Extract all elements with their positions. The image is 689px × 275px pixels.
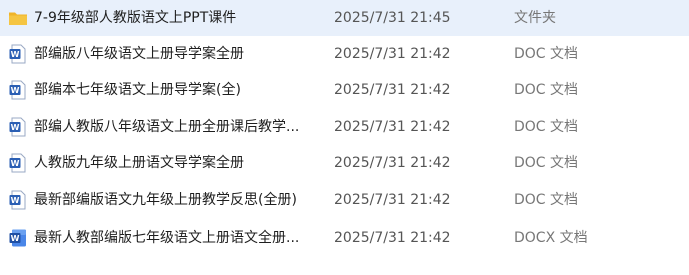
file-name: 部编本七年级语文上册导学案(全)	[34, 82, 241, 98]
svg-text:W: W	[11, 86, 20, 95]
file-modified-date: 2025/7/31 21:42	[334, 192, 451, 208]
svg-text:W: W	[11, 196, 20, 205]
file-type: DOC 文档	[514, 46, 579, 62]
svg-text:W: W	[11, 123, 20, 132]
file-modified-date: 2025/7/31 21:42	[334, 82, 451, 98]
svg-text:W: W	[11, 234, 20, 243]
file-modified-date: 2025/7/31 21:42	[334, 230, 451, 246]
file-type: DOC 文档	[514, 155, 579, 171]
file-type: 文件夹	[514, 10, 556, 26]
file-row-doc[interactable]: W 部编本七年级语文上册导学案(全) 2025/7/31 21:42 DOC 文…	[0, 72, 689, 108]
file-modified-date: 2025/7/31 21:45	[334, 10, 451, 26]
file-name: 部编版八年级语文上册导学案全册	[34, 46, 244, 62]
word-doc-icon: W	[8, 80, 28, 100]
file-row-doc[interactable]: W 部编版八年级语文上册导学案全册 2025/7/31 21:42 DOC 文档	[0, 36, 689, 72]
file-row-doc[interactable]: W 部编人教版八年级语文上册全册课后教学... 2025/7/31 21:42 …	[0, 109, 689, 145]
file-name: 部编人教版八年级语文上册全册课后教学...	[34, 119, 300, 135]
file-modified-date: 2025/7/31 21:42	[334, 46, 451, 62]
file-row-doc[interactable]: W 最新部编版语文九年级上册教学反思(全册) 2025/7/31 21:42 D…	[0, 182, 689, 218]
file-name: 7-9年级部人教版语文上PPT课件	[34, 10, 237, 26]
file-row-doc[interactable]: W 人教版九年级上册语文导学案全册 2025/7/31 21:42 DOC 文档	[0, 145, 689, 181]
word-doc-icon: W	[8, 117, 28, 137]
folder-icon	[8, 8, 28, 28]
file-list: 7-9年级部人教版语文上PPT课件 2025/7/31 21:45 文件夹 W …	[0, 0, 689, 275]
file-type: DOC 文档	[514, 82, 579, 98]
word-doc-icon: W	[8, 190, 28, 210]
file-row-docx[interactable]: W 最新人教部编版七年级语文上册语文全册... 2025/7/31 21:42 …	[0, 220, 689, 256]
svg-text:W: W	[11, 159, 20, 168]
file-name: 最新人教部编版七年级语文上册语文全册...	[34, 230, 300, 246]
file-name: 人教版九年级上册语文导学案全册	[34, 155, 244, 171]
file-modified-date: 2025/7/31 21:42	[334, 155, 451, 171]
file-type: DOC 文档	[514, 119, 579, 135]
word-docx-icon: W	[8, 228, 28, 248]
word-doc-icon: W	[8, 44, 28, 64]
file-name: 最新部编版语文九年级上册教学反思(全册)	[34, 192, 297, 208]
word-doc-icon: W	[8, 153, 28, 173]
svg-text:W: W	[11, 50, 20, 59]
file-row-folder[interactable]: 7-9年级部人教版语文上PPT课件 2025/7/31 21:45 文件夹	[0, 0, 689, 36]
file-modified-date: 2025/7/31 21:42	[334, 119, 451, 135]
file-type: DOCX 文档	[514, 230, 588, 246]
file-type: DOC 文档	[514, 192, 579, 208]
